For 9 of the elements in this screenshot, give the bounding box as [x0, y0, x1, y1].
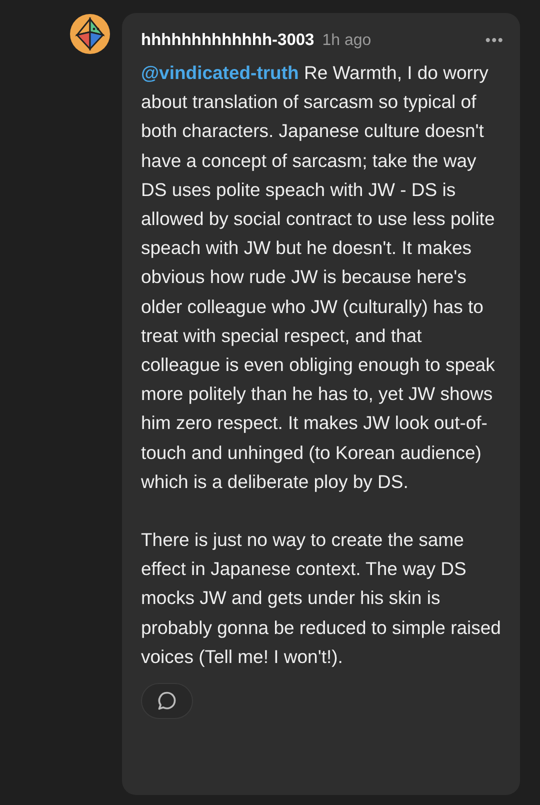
author-name[interactable]: hhhhhhhhhhhhh-3003: [141, 31, 314, 50]
comment-text: @vindicated-truth Re Warmth, I do worry about translation of sarcasm so typical of both characters. Japanese culture doesn't have a concept of sarcasm; take the way DS uses polite speach with JW - DS is allowed by social contract to use less polite speach with JW but he doesn't. It makes obvious how rude JW is because here's older colleague who JW (culturally) has to treat with special respect, and that colleague is even obliging enough to speak more politely than he has to, yet JW shows him zero respect. It makes JW look out-of-touch and unhinged (to Korean audience) which is a deliberate ploy by DS.: [141, 61, 496, 494]
mention-link[interactable]: @vindicated-truth: [141, 62, 299, 83]
timestamp: 1h ago: [322, 32, 372, 50]
speech-bubble-icon: [156, 690, 178, 712]
more-button[interactable]: •••: [485, 32, 504, 49]
reply-button[interactable]: [141, 683, 193, 720]
comment-text: There is just no way to create the same effect in Japanese context. The way DS mocks JW and gets under his skin is probably gonna be reduced to simple raised voices (Tell me! I won't!).: [141, 528, 502, 669]
avatar-icon[interactable]: [70, 14, 110, 54]
